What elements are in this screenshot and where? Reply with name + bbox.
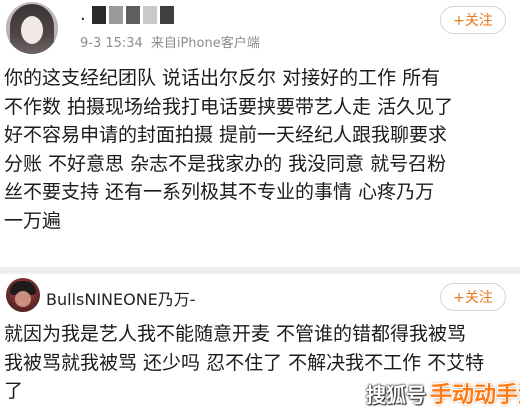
post-author-name[interactable]: . xyxy=(80,4,174,26)
post-text-line: 不作数 拍摄现场给我打电话要挟要带艺人走 活久见了 xyxy=(4,95,454,118)
username-mosaic xyxy=(91,6,174,24)
reply-text-line: 我被骂就我被骂 还少吗 忍不住了 不解决我不工作 不艾特 xyxy=(4,351,485,374)
post-author-avatar[interactable] xyxy=(6,2,58,54)
avatar-face xyxy=(15,291,31,307)
avatar-face xyxy=(21,16,43,44)
reply-follow-button[interactable]: +关注 xyxy=(440,283,506,311)
post-meta: 9-3 15:34 来自iPhone客户端 xyxy=(80,32,260,51)
reply-author-avatar[interactable] xyxy=(6,278,40,312)
username-prefix: . xyxy=(80,4,86,25)
reply-text-line: 就因为我是艺人我不能随意开麦 不管谁的错都得我被骂 xyxy=(4,323,467,345)
watermark-sohu: 搜狐号 xyxy=(366,382,426,407)
post-text-line: 一万遍 xyxy=(4,209,62,232)
section-divider xyxy=(0,267,520,274)
weibo-screenshot: . 9-3 15:34 来自iPhone客户端 +关注 你的这支经纪团队 说话出尔… xyxy=(0,0,520,411)
post-text-line: 丝不要支持 还有一系列极其不专业的事情 心疼乃万 xyxy=(4,181,435,203)
post-text-line: 好不容易申请的封面拍摄 提前一天经纪人跟我聊要求 xyxy=(4,124,448,146)
follow-button[interactable]: +关注 xyxy=(440,6,506,34)
watermark: 搜狐号 手动动手游 xyxy=(366,378,520,409)
reply-author-name[interactable]: BullsNINEONE乃万- xyxy=(46,286,196,310)
watermark-game: 手动动手游 xyxy=(430,383,520,408)
post-text: 你的这支经纪团队 说话出尔反尔 对接好的工作 所有 不作数 拍摄现场给我打电话要… xyxy=(4,64,516,235)
post-source: 来自iPhone客户端 xyxy=(150,36,260,51)
post-text-line: 分账 不好意思 杂志不是我家办的 我没同意 就号召粉 xyxy=(4,152,447,175)
post-timestamp: 9-3 15:34 xyxy=(80,36,143,51)
post-text-line: 你的这支经纪团队 说话出尔反尔 对接好的工作 所有 xyxy=(4,67,441,89)
post-header: . 9-3 15:34 来自iPhone客户端 +关注 xyxy=(0,0,520,62)
